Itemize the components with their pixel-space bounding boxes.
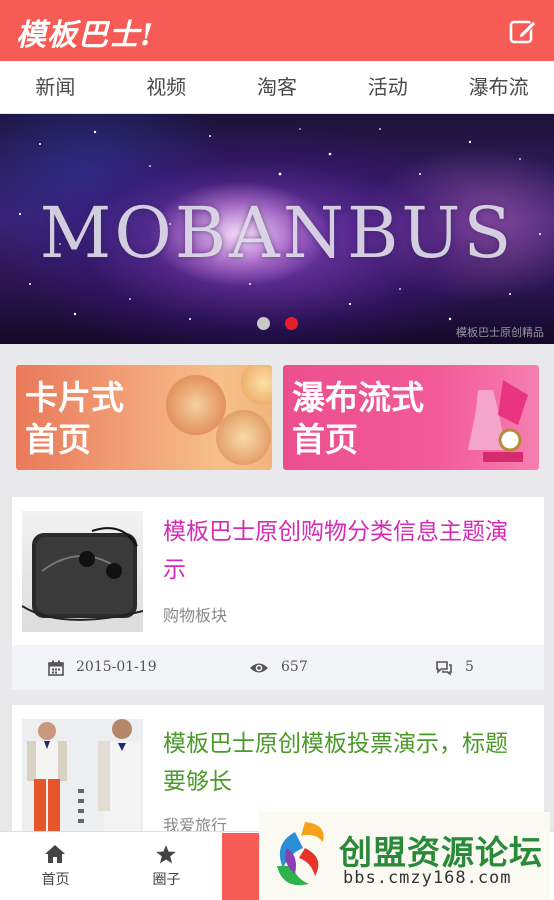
- home-icon: [45, 845, 65, 863]
- slider-dot-active[interactable]: [285, 317, 298, 330]
- post-meta-bar: 2015-01-19 657 5: [12, 645, 544, 690]
- earphones-case-image: [22, 527, 143, 621]
- card-title: 卡片式 首页: [25, 378, 124, 459]
- app-header: 模板巴士!: [0, 0, 554, 61]
- tab-taoke[interactable]: 淘客: [222, 61, 333, 113]
- post-comments: 5: [435, 645, 474, 690]
- nav-circle[interactable]: 圈子: [111, 832, 222, 900]
- comments-icon: [436, 660, 452, 676]
- post-views-value: 657: [281, 659, 308, 675]
- tab-video[interactable]: 视频: [111, 61, 222, 113]
- nav-home-label: 首页: [41, 872, 70, 888]
- decorative-rose: [216, 410, 271, 465]
- calendar-icon: [48, 660, 64, 676]
- post-thumbnail[interactable]: [22, 511, 143, 632]
- app-logo[interactable]: 模板巴士!: [16, 10, 154, 54]
- banner-title: MOBANBUS: [39, 192, 515, 274]
- nav-home[interactable]: 首页: [0, 832, 111, 900]
- tab-waterfall[interactable]: 瀑布流: [443, 61, 554, 113]
- fashion-models-image: [22, 719, 143, 835]
- banner-slider[interactable]: MOBANBUS 模板巴士原创精品: [0, 114, 554, 344]
- post-comments-value: 5: [465, 659, 474, 675]
- waterfall-home-link[interactable]: 瀑布流式 首页: [283, 365, 539, 470]
- star-icon: [156, 845, 176, 864]
- tab-activity[interactable]: 活动: [332, 61, 443, 113]
- post-thumbnail[interactable]: [22, 719, 143, 835]
- eye-icon: [250, 663, 268, 672]
- fashion-items-illustration: [468, 380, 528, 462]
- forum-watermark-ad[interactable]: 创盟资源论坛 bbs.cmzy168.com: [259, 812, 550, 900]
- decorative-rose: [241, 365, 272, 405]
- post-category[interactable]: 购物板块: [163, 602, 227, 626]
- post-item[interactable]: 模板巴士原创购物分类信息主题演示 购物板块 2015-01-19 657 5: [12, 497, 544, 690]
- banner-watermark: 模板巴士原创精品: [456, 326, 544, 339]
- decorative-rose: [166, 375, 226, 435]
- card-title: 瀑布流式 首页: [292, 378, 424, 459]
- post-date-value: 2015-01-19: [76, 659, 157, 675]
- post-title[interactable]: 模板巴士原创模板投票演示，标题要够长: [163, 725, 530, 801]
- nav-circle-label: 圈子: [152, 872, 181, 888]
- card-style-home-link[interactable]: 卡片式 首页: [16, 365, 272, 470]
- forum-url[interactable]: bbs.cmzy168.com: [343, 868, 512, 888]
- forum-logo-icon: [277, 822, 324, 886]
- post-date: 2015-01-19: [48, 645, 157, 690]
- slider-dot[interactable]: [257, 317, 270, 330]
- post-title[interactable]: 模板巴士原创购物分类信息主题演示: [163, 513, 530, 589]
- post-views: 657: [249, 645, 308, 690]
- top-nav-tabs: 新闻 视频 淘客 活动 瀑布流: [0, 61, 554, 114]
- edit-icon[interactable]: [508, 16, 538, 46]
- tab-news[interactable]: 新闻: [0, 61, 111, 113]
- forum-name: 创盟资源论坛: [339, 833, 543, 872]
